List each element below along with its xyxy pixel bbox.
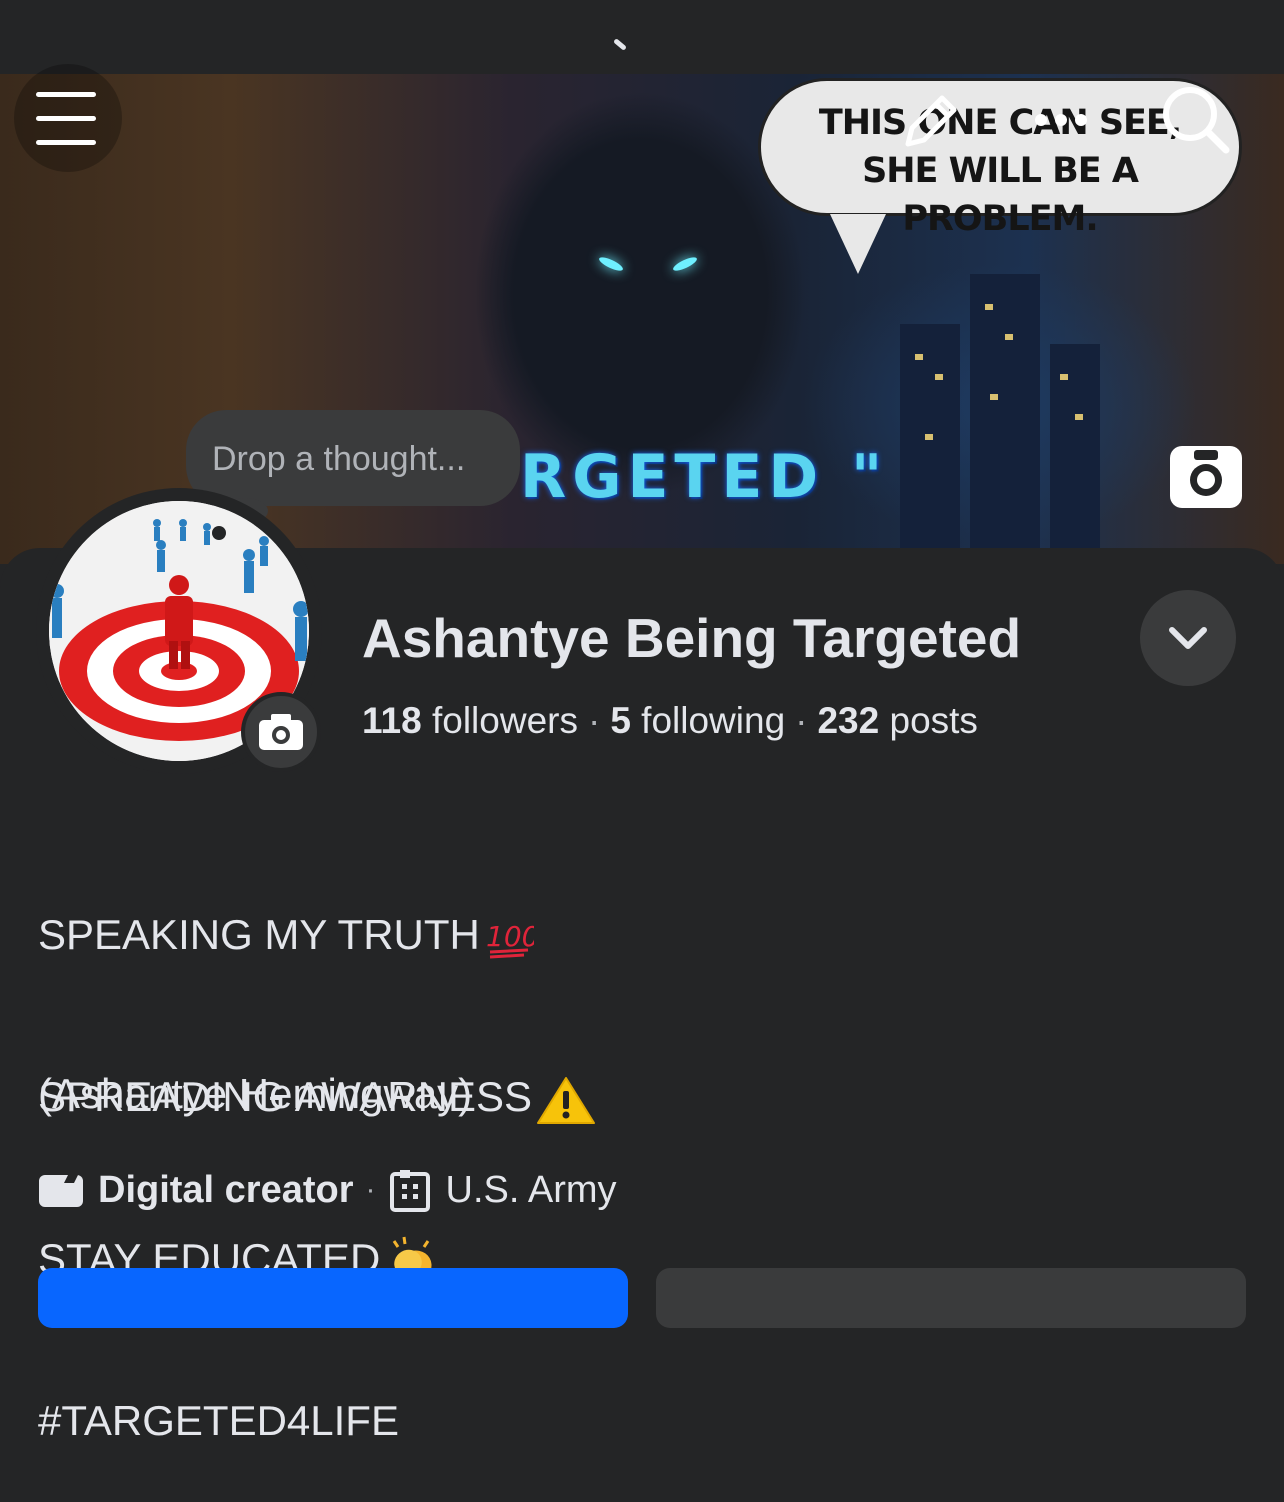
menu-icon-line: [36, 140, 96, 145]
secondary-action-button[interactable]: [656, 1268, 1246, 1328]
profile-bio: SPEAKING MY TRUTH100 SPREADING AWARNESS …: [38, 800, 596, 1502]
bio-full-name: (Ashantye Hemingway): [38, 1070, 473, 1117]
meta-separator: ·: [365, 1173, 376, 1206]
more-icon: [1035, 114, 1087, 126]
more-button[interactable]: [1026, 100, 1096, 140]
speech-bubble-tail: [830, 214, 886, 274]
menu-icon-line: [36, 116, 96, 121]
following-link[interactable]: 5 following: [610, 700, 785, 741]
thought-placeholder: Drop a thought...: [212, 440, 466, 478]
status-bar: [0, 0, 1284, 74]
hundred-emoji: 100: [486, 920, 534, 959]
profile-stats: 118 followers · 5 following · 232 posts: [362, 700, 978, 742]
camera-icon: [1190, 450, 1222, 496]
edit-button[interactable]: [896, 86, 966, 156]
profile-name: Ashantye Being Targeted: [362, 607, 1022, 669]
posts-label: posts: [889, 700, 978, 741]
posts-count: 232: [817, 700, 880, 741]
drop-thought-input[interactable]: Drop a thought...: [186, 410, 520, 506]
profile-meta: Digital creator · U.S. Army: [38, 1168, 617, 1212]
followers-count: 118: [362, 700, 422, 741]
stat-separator: ·: [587, 700, 601, 741]
camera-icon: [259, 714, 303, 750]
status-mark: [613, 38, 627, 51]
primary-action-button[interactable]: [38, 1268, 628, 1328]
category-text: Digital creator: [98, 1168, 354, 1211]
avatar-camera-button[interactable]: [241, 692, 321, 772]
cover-camera-button[interactable]: [1170, 446, 1242, 508]
cover-title-text: RGETED ": [520, 442, 889, 512]
warning-emoji: [537, 1076, 595, 1124]
video-icon: [39, 1175, 83, 1207]
chevron-down-icon: [1169, 627, 1207, 649]
stat-separator: ·: [795, 700, 808, 741]
bio-line-4[interactable]: #TARGETED4LIFE: [38, 1394, 596, 1448]
following-label: following: [641, 700, 786, 741]
profile-options-button[interactable]: [1140, 590, 1236, 686]
following-count: 5: [610, 700, 631, 741]
bio-line-1: SPEAKING MY TRUTH100: [38, 908, 596, 962]
posts-link[interactable]: 232 posts: [817, 700, 977, 741]
bio-line-1-text: SPEAKING MY TRUTH: [38, 911, 480, 958]
building-icon: [389, 1170, 430, 1212]
menu-icon-line: [36, 92, 96, 97]
search-icon: [1163, 87, 1230, 154]
edit-pencil-icon: [905, 95, 957, 147]
followers-label: followers: [431, 700, 578, 741]
followers-link[interactable]: 118 followers: [362, 700, 578, 741]
workplace-link[interactable]: U.S. Army: [446, 1169, 617, 1212]
svg-text:100: 100: [486, 920, 534, 953]
search-button[interactable]: [1158, 82, 1232, 156]
